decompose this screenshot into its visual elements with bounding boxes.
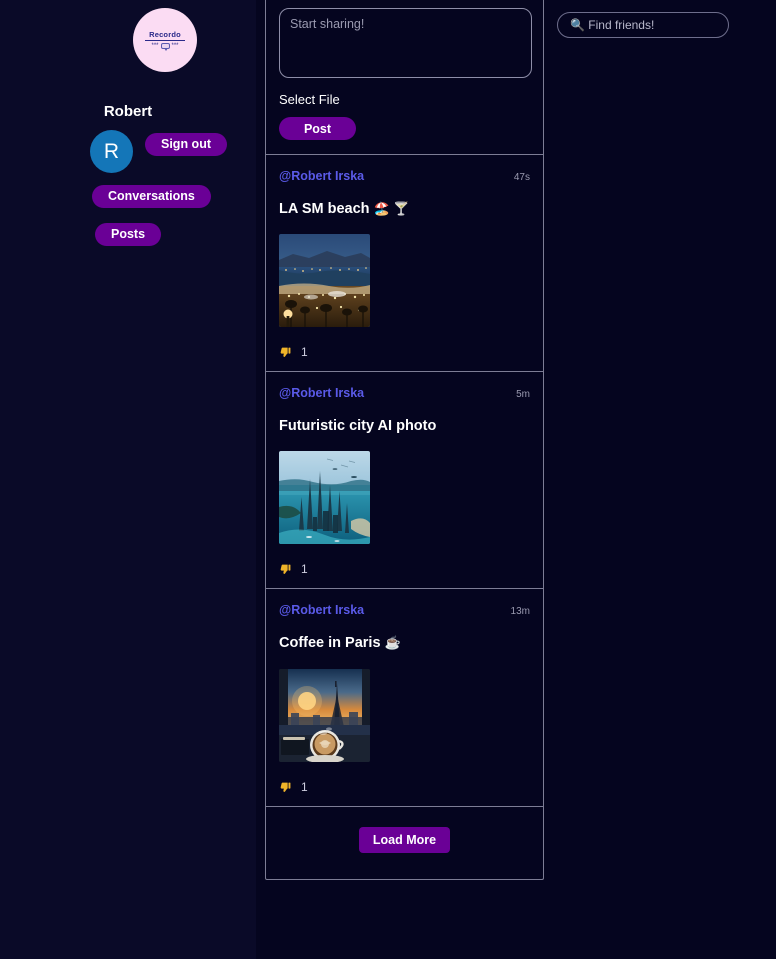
find-friends-input[interactable] <box>557 12 729 38</box>
thumbs-down-icon[interactable] <box>279 345 292 359</box>
share-textarea[interactable] <box>279 8 532 78</box>
post-item: @Robert Irska 47s LA SM beach 🏖️ 🍸 1 <box>266 155 543 373</box>
reaction-count: 1 <box>301 779 308 794</box>
app-root: Recordo *** *** Robert R Sign out Conver… <box>0 0 776 959</box>
post-header: @Robert Irska 5m <box>279 386 530 400</box>
post-timestamp: 47s <box>513 172 530 183</box>
profile-name: Robert <box>103 103 153 120</box>
post-image-futuristic-city[interactable] <box>279 451 370 545</box>
select-file-button[interactable]: Select File <box>279 92 340 107</box>
logo-asterisks-left: *** <box>151 43 159 50</box>
post-title-emoji: ☕ <box>384 635 401 651</box>
post-image-la-beach[interactable] <box>279 234 370 328</box>
logo-asterisks-right: *** <box>171 43 179 50</box>
logo-decoration: *** *** <box>151 43 179 52</box>
post-timestamp: 5m <box>516 389 530 401</box>
logo-divider <box>145 40 185 42</box>
reaction-count: 1 <box>301 562 308 577</box>
sign-out-button[interactable]: Sign out <box>145 133 227 156</box>
speech-bubble-icon <box>160 43 170 52</box>
reaction-count: 1 <box>301 345 308 360</box>
post-author-link[interactable]: @Robert Irska <box>279 386 364 400</box>
post-title: Coffee in Paris ☕ <box>279 634 530 652</box>
post-button[interactable]: Post <box>279 117 356 140</box>
posts-button[interactable]: Posts <box>95 223 162 246</box>
post-title: LA SM beach 🏖️ 🍸 <box>279 200 530 218</box>
load-more-container: Load More <box>266 807 543 879</box>
post-reactions[interactable]: 1 <box>279 780 530 794</box>
post-item: @Robert Irska 13m Coffee in Paris ☕ 1 <box>266 589 543 807</box>
logo-text: Recordo <box>149 29 181 39</box>
post-reactions[interactable]: 1 <box>279 562 530 576</box>
post-header: @Robert Irska 13m <box>279 603 530 617</box>
post-title-text: LA SM beach <box>279 201 370 217</box>
post-image-paris-coffee[interactable] <box>279 668 370 762</box>
post-title-text: Coffee in Paris <box>279 635 381 652</box>
conversations-button[interactable]: Conversations <box>92 185 211 208</box>
post-title-emoji: 🏖️ 🍸 <box>373 201 410 216</box>
post-header: @Robert Irska 47s <box>279 169 530 183</box>
post-item: @Robert Irska 5m Futuristic city AI phot… <box>266 372 543 590</box>
logo-circle: Recordo *** *** <box>133 8 197 72</box>
thumbs-down-icon[interactable] <box>279 562 292 576</box>
sidebar: Recordo *** *** Robert R Sign out Conver… <box>0 0 256 959</box>
post-title: Futuristic city AI photo <box>279 417 530 435</box>
post-reactions[interactable]: 1 <box>279 345 530 359</box>
feed-column: Select File Post @Robert Irska 47s LA SM… <box>265 0 544 880</box>
post-timestamp: 13m <box>510 606 530 618</box>
thumbs-down-icon[interactable] <box>279 780 292 794</box>
post-author-link[interactable]: @Robert Irska <box>279 603 364 617</box>
app-logo[interactable]: Recordo *** *** <box>133 8 197 72</box>
post-composer: Select File Post <box>266 0 543 155</box>
right-panel <box>557 12 757 38</box>
post-title-text: Futuristic city AI photo <box>279 418 437 435</box>
avatar[interactable]: R <box>90 130 133 173</box>
load-more-button[interactable]: Load More <box>358 826 451 853</box>
post-author-link[interactable]: @Robert Irska <box>279 169 364 183</box>
